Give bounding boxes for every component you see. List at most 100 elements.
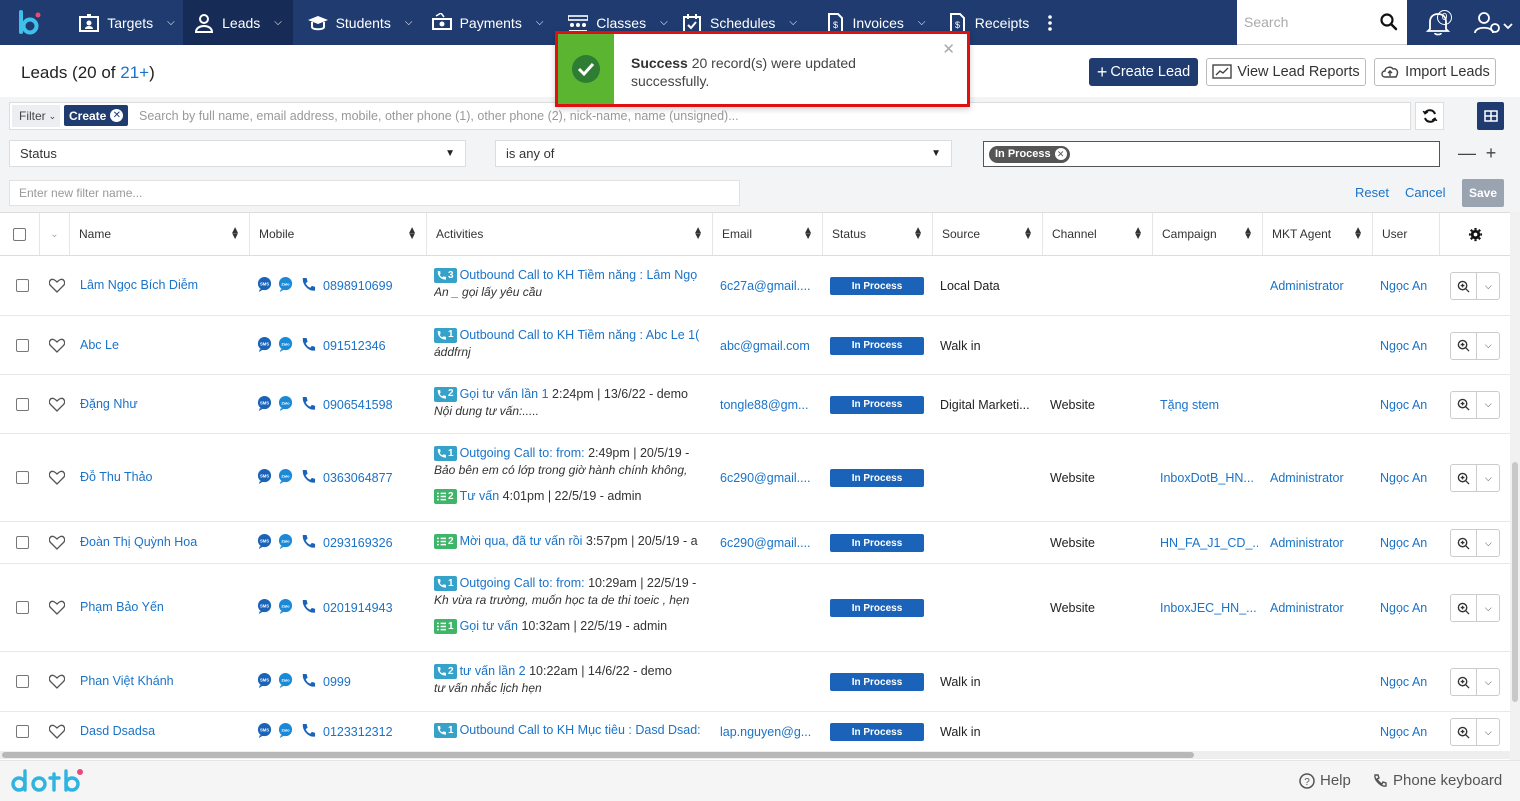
mobile-link[interactable]: 0123312312 bbox=[323, 725, 423, 739]
create-filter-tag[interactable]: Create ✕ bbox=[64, 105, 128, 126]
row-checkbox[interactable] bbox=[16, 601, 29, 614]
email-link[interactable]: 6c290@gmail.... bbox=[720, 471, 818, 485]
filter-dropdown-button[interactable]: Filter ⌄ bbox=[12, 105, 60, 127]
user-link[interactable]: Ngọc An bbox=[1380, 471, 1436, 485]
lead-name-link[interactable]: Lâm Ngọc Bích Diễm bbox=[80, 278, 248, 292]
campaign-link[interactable]: InboxJEC_HN_... bbox=[1160, 601, 1258, 615]
zalo-icon[interactable]: Zalo bbox=[278, 723, 293, 741]
mobile-link[interactable]: 091512346 bbox=[323, 339, 423, 353]
horizontal-scrollbar[interactable] bbox=[0, 751, 1510, 759]
column-header-status[interactable]: Status ▲ ▼ bbox=[823, 213, 933, 255]
column-header-channel[interactable]: Channel ▲ ▼ bbox=[1043, 213, 1153, 255]
lead-name-link[interactable]: Dasd Dsadsa bbox=[80, 724, 248, 738]
phone-icon[interactable] bbox=[301, 469, 316, 487]
nav-item-students[interactable]: Students ⌵ bbox=[301, 0, 419, 45]
lead-name-link[interactable]: Đặng Như bbox=[80, 397, 248, 411]
row-menu-button[interactable]: ⌵ bbox=[1477, 465, 1499, 491]
activity-link[interactable]: Outbound Call to KH Mục tiêu : Dasd Dsad… bbox=[460, 723, 701, 737]
quick-view-button[interactable] bbox=[1451, 719, 1478, 745]
row-menu-button[interactable]: ⌵ bbox=[1477, 392, 1499, 418]
column-header-mkt-agent[interactable]: MKT Agent ▲ ▼ bbox=[1263, 213, 1373, 255]
mobile-link[interactable]: 0898910699 bbox=[323, 279, 423, 293]
row-menu-button[interactable]: ⌵ bbox=[1477, 595, 1499, 621]
zalo-icon[interactable]: Zalo bbox=[278, 599, 293, 617]
mkt-agent-link[interactable]: Administrator bbox=[1270, 536, 1368, 550]
filter-values-input[interactable]: In Process ✕ bbox=[983, 141, 1440, 167]
user-link[interactable]: Ngọc An bbox=[1380, 398, 1436, 412]
row-checkbox[interactable] bbox=[16, 536, 29, 549]
mobile-link[interactable]: 0201914943 bbox=[323, 601, 423, 615]
lead-name-link[interactable]: Đỗ Thu Thảo bbox=[80, 470, 248, 484]
quick-view-button[interactable] bbox=[1451, 530, 1478, 556]
table-row[interactable]: Đoàn Thị Quỳnh Hoa SMS Zalo 0293169326 2 Mời … bbox=[0, 522, 1510, 564]
global-search[interactable]: Search bbox=[1237, 0, 1407, 45]
activity-link[interactable]: Outgoing Call to: from: bbox=[460, 446, 585, 460]
phone-icon[interactable] bbox=[301, 599, 316, 617]
mobile-link[interactable]: 0906541598 bbox=[323, 398, 423, 412]
activity-link[interactable]: Outbound Call to KH Tiềm năng : Abc Le 1… bbox=[460, 328, 700, 342]
select-all-checkbox[interactable] bbox=[13, 227, 26, 241]
row-menu-button[interactable]: ⌵ bbox=[1477, 669, 1499, 695]
sms-icon[interactable]: SMS bbox=[257, 673, 272, 691]
favorite-heart-icon[interactable] bbox=[49, 278, 65, 296]
search-icon[interactable] bbox=[1379, 12, 1399, 32]
row-menu-button[interactable]: ⌵ bbox=[1477, 719, 1499, 745]
mkt-agent-link[interactable]: Administrator bbox=[1270, 601, 1368, 615]
phone-icon[interactable] bbox=[301, 534, 316, 552]
help-link[interactable]: ? Help bbox=[1299, 772, 1351, 789]
lead-name-link[interactable]: Abc Le bbox=[80, 338, 248, 352]
column-header-activities[interactable]: Activities ▲ ▼ bbox=[427, 213, 713, 255]
email-link[interactable]: 6c290@gmail.... bbox=[720, 536, 818, 550]
bulk-actions-dropdown[interactable]: ⌄ bbox=[40, 213, 70, 255]
quick-view-button[interactable] bbox=[1451, 595, 1478, 621]
remove-value-icon[interactable]: ✕ bbox=[1054, 148, 1067, 160]
mobile-link[interactable]: 0999 bbox=[323, 675, 423, 689]
gear-icon[interactable] bbox=[1468, 227, 1483, 242]
mkt-agent-link[interactable]: Administrator bbox=[1270, 279, 1368, 293]
nav-item-targets[interactable]: Targets ⌵ bbox=[72, 0, 182, 45]
table-row[interactable]: Đặng Như SMS Zalo 0906541598 2 Gọi tư vấn lần… bbox=[0, 375, 1510, 434]
user-link[interactable]: Ngọc An bbox=[1380, 536, 1436, 550]
activity-link[interactable]: Outgoing Call to: from: bbox=[460, 576, 585, 590]
quick-view-button[interactable] bbox=[1451, 332, 1478, 359]
filter-field-select[interactable]: Status ▼ bbox=[9, 140, 466, 167]
table-row[interactable]: Lâm Ngọc Bích Diễm SMS Zalo 0898910699 3 Outb… bbox=[0, 256, 1510, 316]
lead-name-link[interactable]: Đoàn Thị Quỳnh Hoa bbox=[80, 535, 248, 549]
email-link[interactable]: 6c27a@gmail.... bbox=[720, 279, 818, 293]
row-checkbox[interactable] bbox=[16, 675, 29, 688]
campaign-link[interactable]: InboxDotB_HN... bbox=[1160, 471, 1258, 485]
row-checkbox[interactable] bbox=[16, 397, 29, 411]
column-header-source[interactable]: Source ▲ ▼ bbox=[933, 213, 1043, 255]
favorite-heart-icon[interactable] bbox=[49, 600, 65, 618]
row-menu-button[interactable]: ⌵ bbox=[1477, 273, 1499, 299]
favorite-heart-icon[interactable] bbox=[49, 535, 65, 553]
cancel-filter-button[interactable]: Cancel bbox=[1405, 185, 1445, 200]
user-link[interactable]: Ngọc An bbox=[1380, 725, 1436, 739]
sort-icon[interactable]: ▲ ▼ bbox=[1023, 226, 1033, 242]
sort-icon[interactable]: ▲ ▼ bbox=[1133, 226, 1143, 242]
table-row[interactable]: Đỗ Thu Thảo SMS Zalo 0363064877 1 Outgoing Ca… bbox=[0, 434, 1510, 522]
favorite-heart-icon[interactable] bbox=[49, 724, 65, 742]
row-checkbox[interactable] bbox=[16, 338, 29, 352]
phone-icon[interactable] bbox=[301, 673, 316, 691]
activity-link[interactable]: Mời qua, đã tư vấn rồi bbox=[460, 534, 583, 548]
row-checkbox[interactable] bbox=[16, 279, 29, 292]
remove-filter-row-button[interactable]: — bbox=[1455, 140, 1479, 167]
filter-operator-select[interactable]: is any of ▼ bbox=[495, 140, 952, 167]
lead-name-link[interactable]: Phan Việt Khánh bbox=[80, 674, 248, 688]
phone-keyboard-link[interactable]: Phone keyboard bbox=[1372, 772, 1502, 789]
sort-icon[interactable]: ▲ ▼ bbox=[1243, 226, 1253, 242]
column-layout-button[interactable] bbox=[1477, 102, 1504, 130]
table-row[interactable]: Dasd Dsadsa SMS Zalo 0123312312 1 Outbound Ca… bbox=[0, 712, 1510, 752]
nav-item-leads[interactable]: Leads ⌵ bbox=[183, 0, 293, 45]
user-link[interactable]: Ngọc An bbox=[1380, 339, 1436, 353]
mobile-link[interactable]: 0363064877 bbox=[323, 471, 423, 485]
phone-icon[interactable] bbox=[301, 723, 316, 741]
favorite-heart-icon[interactable] bbox=[49, 470, 65, 488]
activity-link[interactable]: Gọi tư vấn bbox=[460, 619, 518, 633]
row-menu-button[interactable]: ⌵ bbox=[1477, 333, 1499, 359]
favorite-heart-icon[interactable] bbox=[49, 674, 65, 692]
sms-icon[interactable]: SMS bbox=[257, 723, 272, 741]
user-link[interactable]: Ngọc An bbox=[1380, 675, 1436, 689]
zalo-icon[interactable]: Zalo bbox=[278, 277, 293, 295]
